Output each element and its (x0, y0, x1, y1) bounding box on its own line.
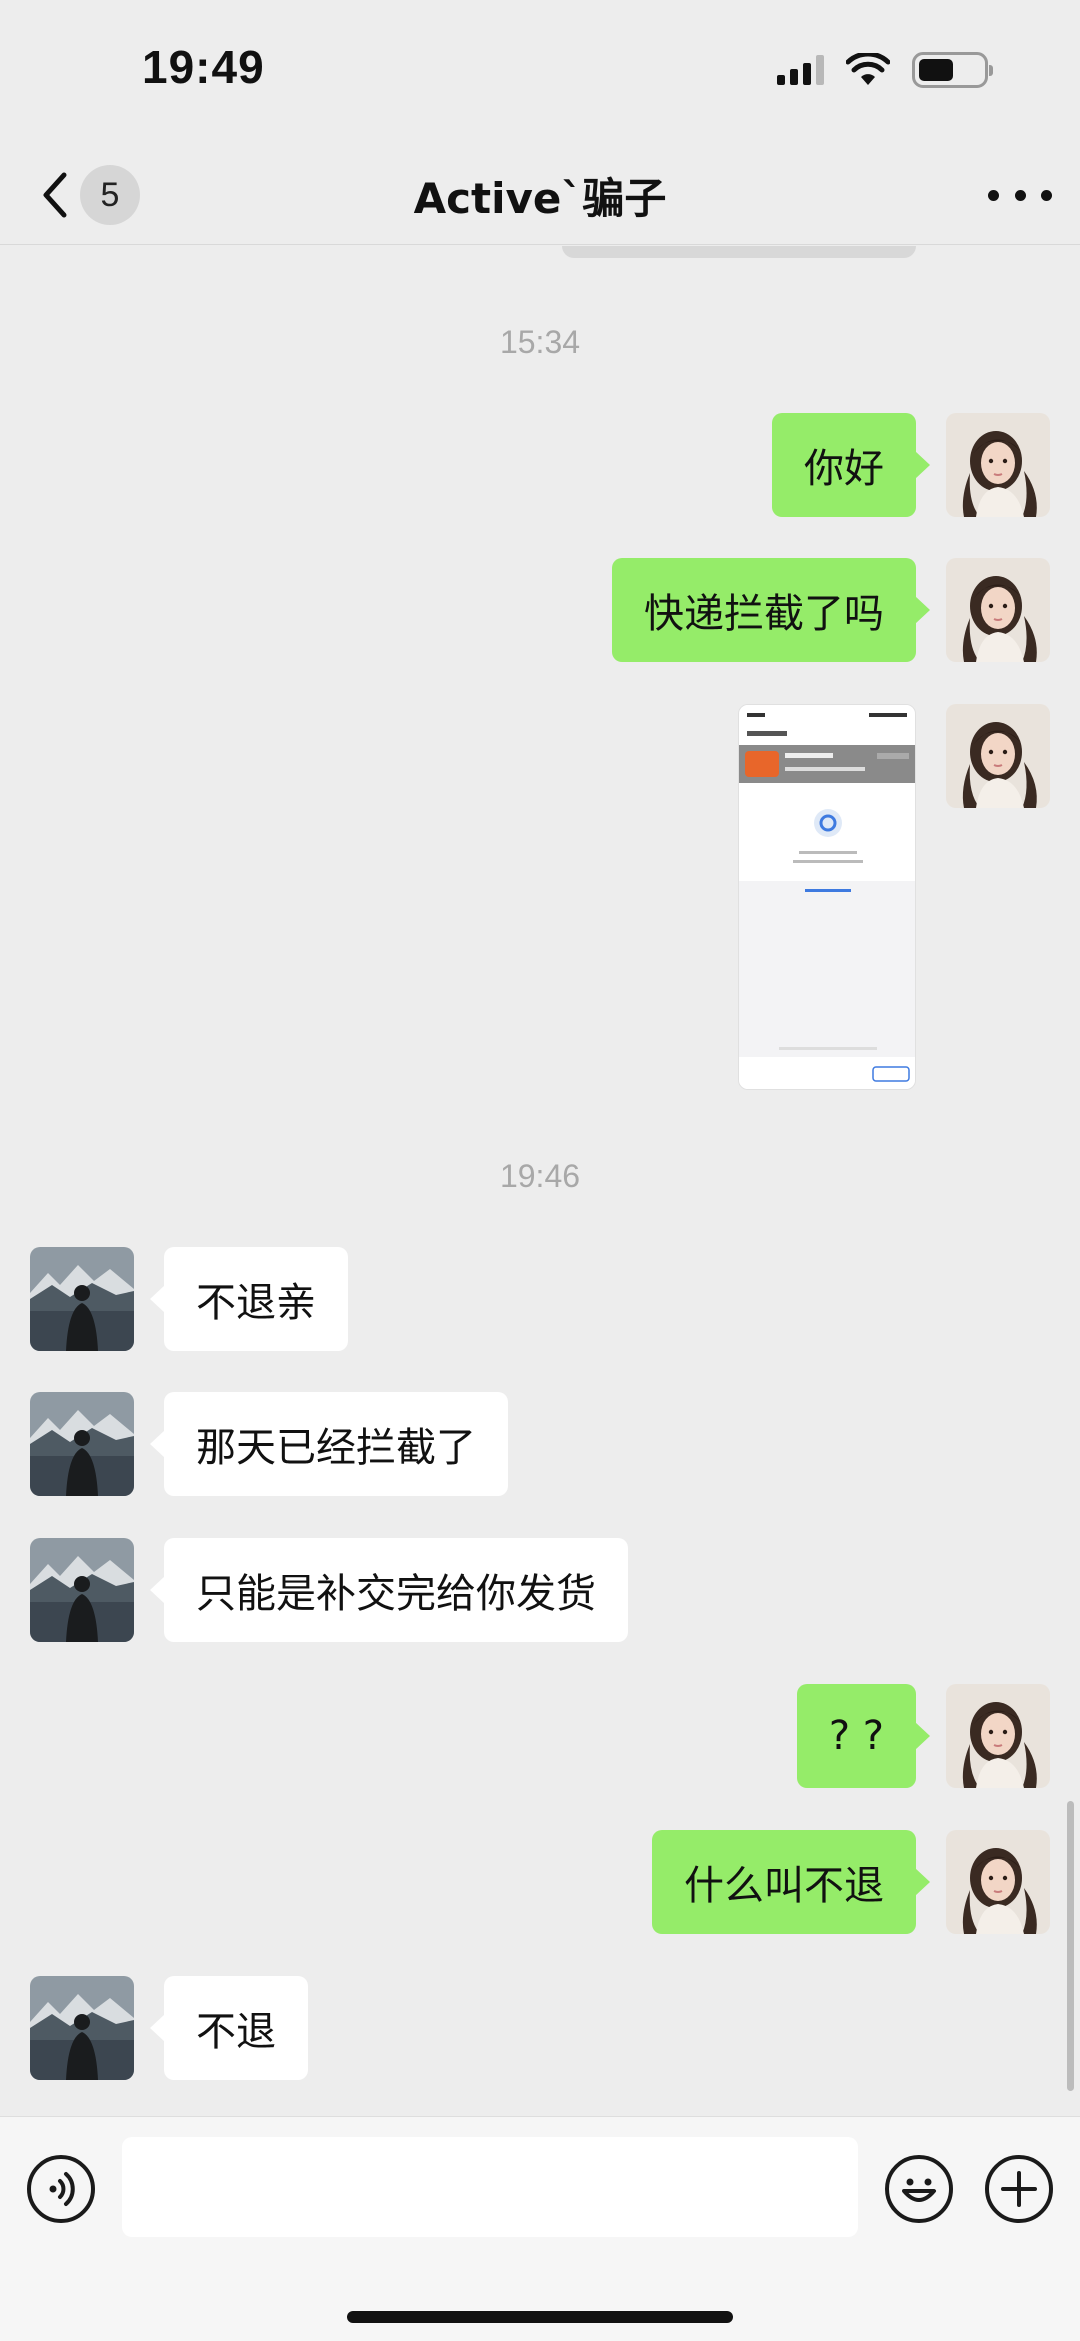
more-options-button[interactable] (988, 175, 1052, 215)
message-input[interactable] (122, 2137, 858, 2237)
more-dots-icon (988, 189, 999, 201)
my-avatar[interactable] (946, 1684, 1050, 1788)
status-bar: 19:49 (0, 0, 1080, 145)
my-avatar[interactable] (946, 558, 1050, 662)
woman-portrait-icon (946, 704, 1050, 808)
contact-avatar[interactable] (30, 1538, 134, 1642)
chat-title: Active`骗子 (413, 174, 667, 223)
woman-portrait-icon (946, 413, 1050, 517)
emoji-icon (902, 2178, 936, 2202)
outgoing-message[interactable]: 快递拦截了吗 (612, 558, 930, 662)
emoji-button[interactable] (885, 2155, 953, 2223)
man-silhouette-landscape-icon (30, 1392, 134, 1496)
message-list[interactable]: 15:34 你好 快递拦截了吗 19:46 不退亲 那天已经拦截了 只能是补交完… (0, 246, 1080, 2116)
cellular-signal-icon (777, 55, 824, 85)
my-avatar[interactable] (946, 704, 1050, 808)
outgoing-message[interactable]: ? ? (796, 1684, 931, 1788)
status-icons (777, 52, 993, 88)
contact-avatar[interactable] (30, 1247, 134, 1351)
plus-button[interactable] (985, 2155, 1053, 2223)
scrollbar[interactable] (1067, 1801, 1074, 2091)
timestamp: 19:46 (499, 1158, 581, 1194)
battery-level (919, 59, 954, 81)
woman-portrait-icon (946, 1684, 1050, 1788)
outgoing-message[interactable]: 什么叫不退 (652, 1830, 930, 1934)
chat-header: 5 Active`骗子 (0, 145, 1080, 245)
home-indicator[interactable] (347, 2311, 733, 2323)
man-silhouette-landscape-icon (30, 1976, 134, 2080)
incoming-message[interactable]: 不退 (150, 1976, 308, 2080)
contact-avatar[interactable] (30, 1392, 134, 1496)
timestamp: 15:34 (499, 324, 581, 360)
woman-portrait-icon (946, 1830, 1050, 1934)
voice-button[interactable] (27, 2155, 95, 2223)
incoming-message[interactable]: 不退亲 (150, 1247, 348, 1351)
my-avatar[interactable] (946, 413, 1050, 517)
plus-icon (1001, 2171, 1037, 2207)
battery-icon (912, 52, 993, 88)
man-silhouette-landscape-icon (30, 1247, 134, 1351)
man-silhouette-landscape-icon (30, 1538, 134, 1642)
outgoing-message[interactable]: 你好 (772, 413, 930, 517)
screenshot-image-icon (739, 705, 915, 1089)
contact-avatar[interactable] (30, 1976, 134, 2080)
incoming-message[interactable]: 只能是补交完给你发货 (150, 1538, 628, 1642)
image-message[interactable] (738, 704, 916, 1090)
my-avatar[interactable] (946, 1830, 1050, 1934)
wifi-icon (846, 53, 890, 85)
woman-portrait-icon (946, 558, 1050, 662)
status-time: 19:49 (142, 41, 265, 93)
incoming-message[interactable]: 那天已经拦截了 (150, 1392, 508, 1496)
input-bar (0, 2116, 1080, 2341)
previous-message-edge (562, 246, 916, 258)
voice-icon (49, 2172, 75, 2206)
